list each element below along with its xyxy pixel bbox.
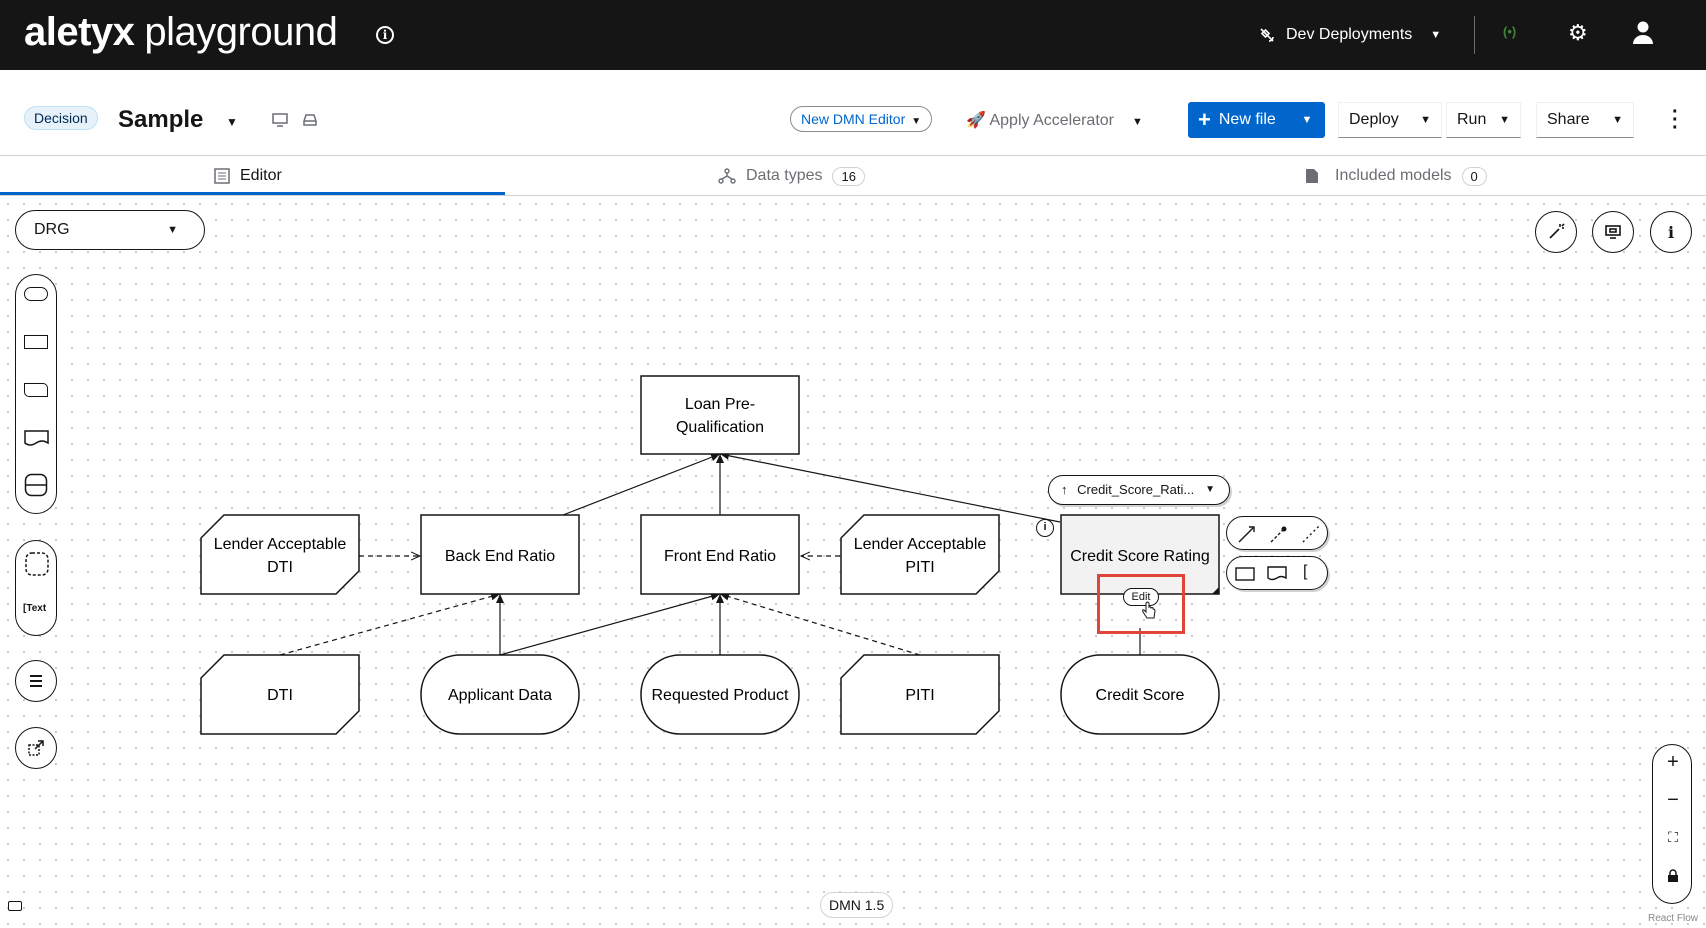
add-text-annotation-icon[interactable]: [ (1303, 563, 1307, 581)
arrow-up-icon: ↑ (1061, 482, 1068, 497)
node-applicant-data[interactable]: Applicant Data (420, 654, 580, 735)
edge-csr-to-loan[interactable] (719, 451, 1061, 523)
zoom-controls: + − ⛶ (1652, 744, 1692, 904)
node-label: Qualification (676, 419, 764, 436)
node-label: Lender Acceptable (854, 536, 987, 553)
node-piti[interactable]: PITI (840, 654, 1000, 735)
fit-view-icon[interactable]: ⛶ (1653, 829, 1693, 846)
add-decision-icon[interactable] (1235, 567, 1255, 581)
node-dti[interactable]: DTI (200, 654, 360, 735)
react-flow-attribution[interactable]: React Flow (1648, 913, 1698, 924)
node-label: DTI (267, 687, 293, 704)
node-loan-prequalification[interactable]: Loan Pre- Qualification (640, 375, 800, 455)
node-requested-product[interactable]: Requested Product (640, 654, 800, 735)
node-label: Loan Pre- (685, 396, 755, 413)
edge-applicant-to-frontend[interactable] (499, 592, 721, 656)
node-label: Applicant Data (448, 687, 552, 704)
node-label: Lender Acceptable (214, 536, 347, 553)
node-type-chip[interactable]: ↑ Credit_Score_Rati... ▼ (1048, 475, 1230, 505)
edge-tools-popover (1226, 516, 1328, 550)
node-label: PITI (905, 687, 934, 704)
node-back-end-ratio[interactable]: Back End Ratio (420, 514, 580, 595)
zoom-in-icon[interactable]: + (1653, 751, 1693, 774)
node-label: Back End Ratio (445, 548, 555, 565)
node-lender-acceptable-piti[interactable]: Lender Acceptable PITI (840, 514, 1000, 595)
node-credit-score[interactable]: Credit Score (1060, 654, 1220, 735)
node-label: Front End Ratio (664, 548, 776, 565)
node-front-end-ratio[interactable]: Front End Ratio (640, 514, 800, 595)
dmn-version-badge: DMN 1.5 (820, 892, 894, 918)
node-label: Credit Score Rating (1070, 548, 1210, 565)
hand-cursor-icon (1142, 601, 1156, 619)
node-type-label: Credit_Score_Rati... (1077, 482, 1195, 497)
association-edge-icon[interactable] (1301, 524, 1321, 544)
edge-dti-to-backend[interactable] (279, 592, 501, 656)
edge-backend-to-loan[interactable] (562, 453, 721, 516)
node-info-icon[interactable]: i (1036, 519, 1054, 537)
node-label: Requested Product (652, 687, 790, 704)
node-lender-acceptable-dti[interactable]: Lender Acceptable DTI (200, 514, 360, 595)
knowledge-requirement-edge-icon[interactable] (1269, 524, 1289, 544)
node-label: Credit Score (1096, 687, 1185, 704)
lock-icon[interactable] (1667, 869, 1679, 883)
chevron-down-icon: ▼ (1205, 484, 1215, 495)
keyboard-shortcuts-icon[interactable] (8, 901, 22, 911)
node-tools-popover: [ (1226, 556, 1328, 590)
information-requirement-edge-icon[interactable] (1237, 524, 1257, 544)
add-knowledge-source-icon[interactable] (1267, 566, 1287, 582)
node-label: PITI (905, 559, 934, 576)
zoom-out-icon[interactable]: − (1653, 789, 1693, 812)
node-label: DTI (267, 559, 293, 576)
drg-diagram: Loan Pre- Qualification Back End Ratio F… (200, 375, 1220, 735)
edge-piti-to-frontend[interactable] (719, 592, 921, 656)
